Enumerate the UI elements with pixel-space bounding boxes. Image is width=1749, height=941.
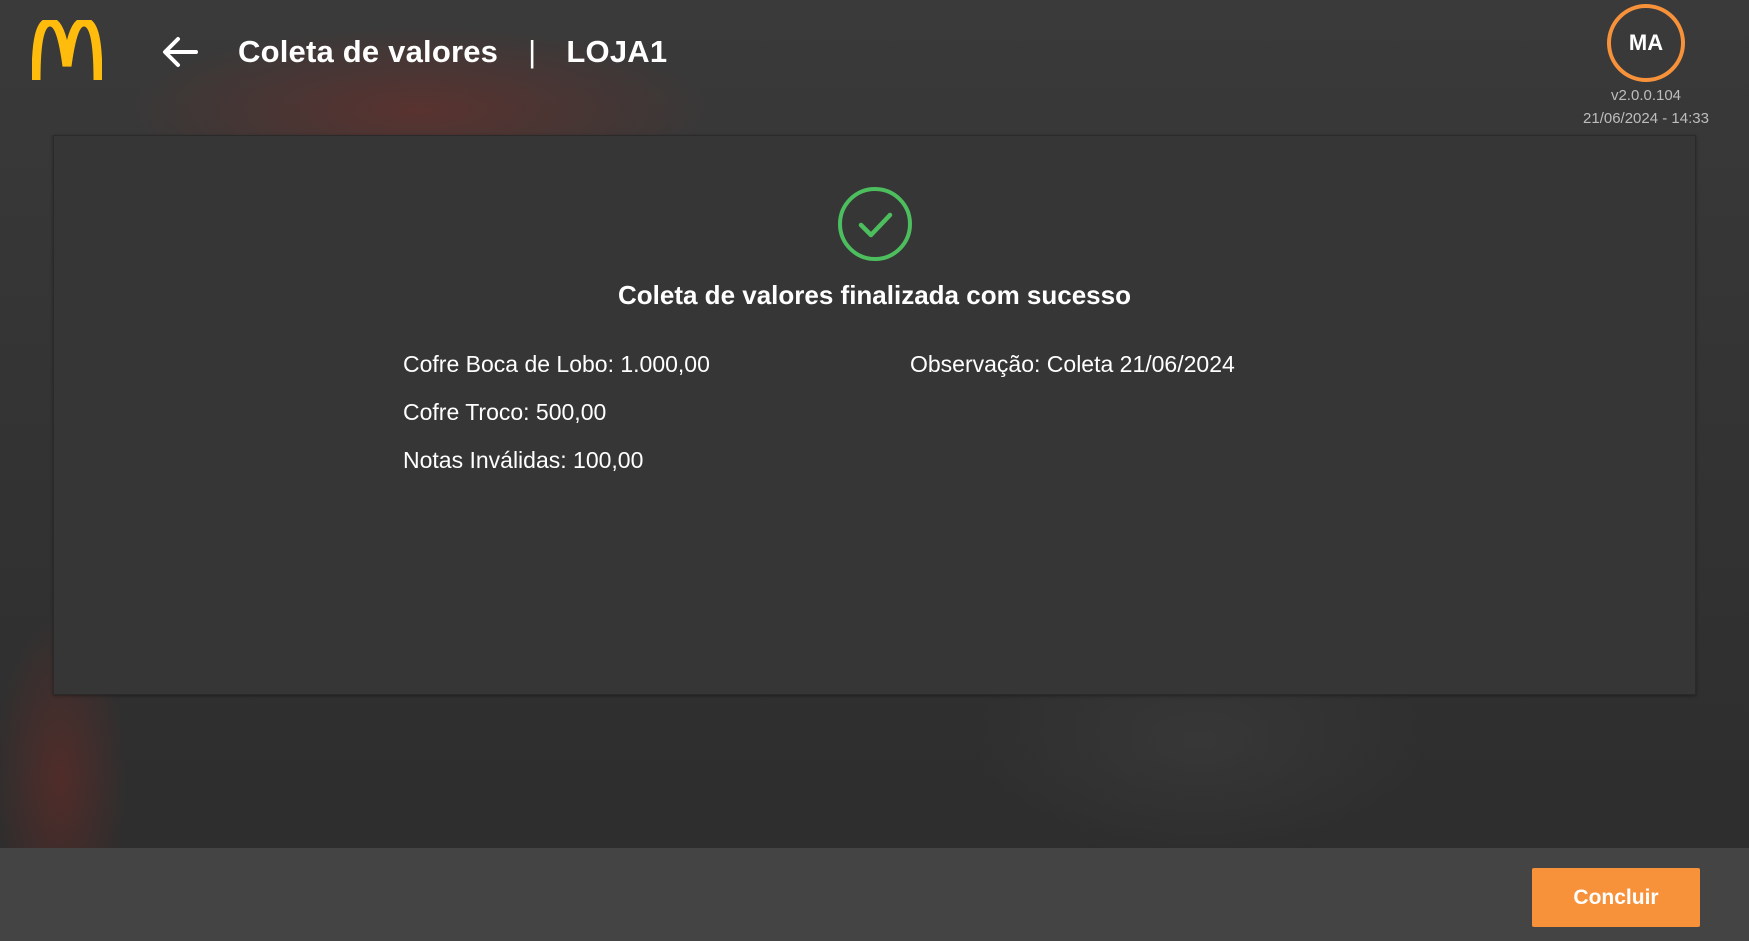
app-meta: v2.0.0.104 21/06/2024 - 14:33 [1560,84,1732,130]
title-separator: | [528,34,537,69]
app-header: Coleta de valores | LOJA1 MA v2.0.0.104 … [0,0,1749,127]
cofre-troco-value: Cofre Troco: 500,00 [403,399,607,425]
app-version: v2.0.0.104 [1610,87,1682,104]
page-title: Coleta de valores | LOJA1 [238,30,667,74]
success-message: Coleta de valores finalizada com sucesso [618,280,1131,310]
current-datetime: 21/06/2024 - 14:33 [1583,110,1709,127]
store-name: LOJA1 [566,34,668,69]
notas-invalidas-value: Notas Inválidas: 100,00 [403,447,644,473]
page-title-text: Coleta de valores [238,34,499,69]
mcdonalds-logo-icon [32,20,102,81]
footer-bar: Concluir [0,848,1749,941]
result-card: Coleta de valores finalizada com sucesso… [53,135,1696,695]
concluir-button[interactable]: Concluir [1532,868,1700,927]
back-arrow-icon[interactable] [158,30,202,74]
observacao-value: Observação: Coleta 21/06/2024 [910,351,1235,377]
check-circle-icon [838,187,912,261]
user-avatar[interactable]: MA [1607,4,1685,82]
cofre-boca-de-lobo-value: Cofre Boca de Lobo: 1.000,00 [403,351,710,377]
